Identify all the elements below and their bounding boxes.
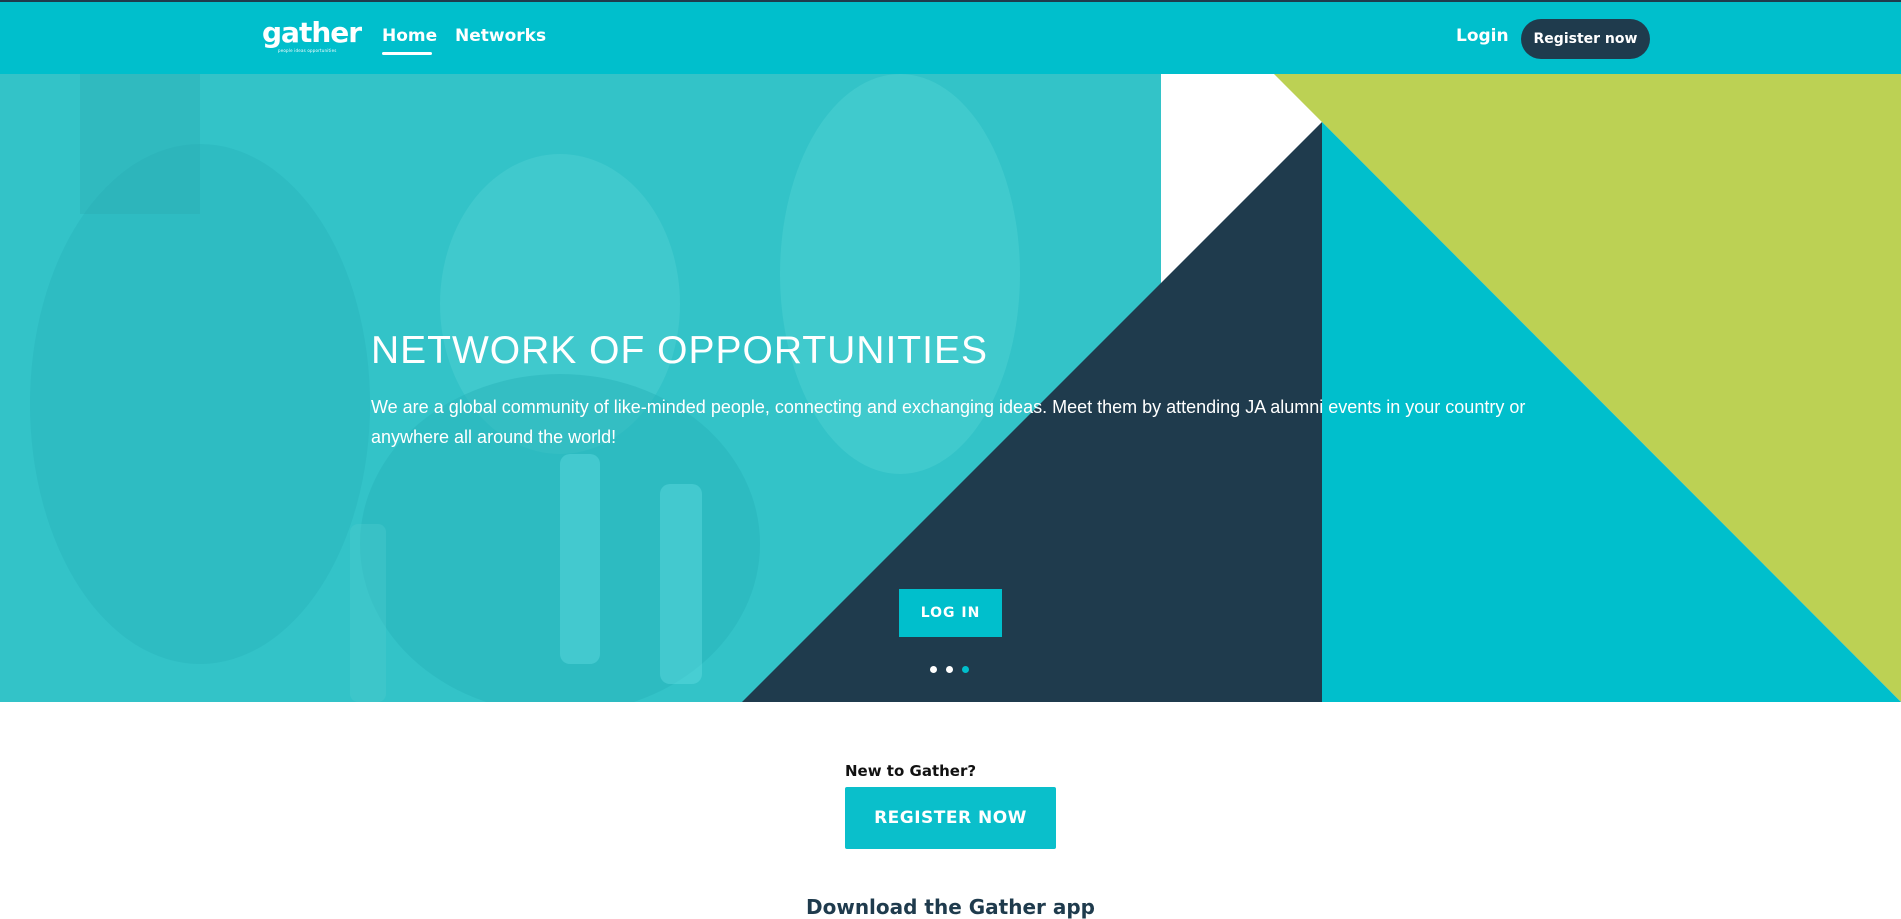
hero-title: NETWORK OF OPPORTUNITIES [371,329,988,372]
logo-tagline: people ideas opportunities [278,48,337,53]
gather-logo[interactable]: gather [262,19,362,47]
carousel-dot-3-active[interactable] [962,666,969,673]
site-header: gather people ideas opportunities Home N… [0,2,1901,74]
hero-login-button[interactable]: LOG IN [899,589,1002,637]
nav-home-link[interactable]: Home [382,26,437,46]
photo-bottle-1 [560,454,600,664]
photo-bottle-3 [350,524,386,702]
register-now-button[interactable]: Register now [1521,19,1650,59]
photo-tree [80,74,200,214]
carousel-indicators [930,666,970,674]
nav-networks-link[interactable]: Networks [455,26,546,46]
photo-person-left [30,144,370,664]
download-app-heading: Download the Gather app [806,895,1095,919]
carousel-dot-2[interactable] [946,666,953,673]
hero-carousel: NETWORK OF OPPORTUNITIES We are a global… [0,74,1901,702]
register-now-cta[interactable]: REGISTER NOW [845,787,1056,849]
login-link[interactable]: Login [1456,26,1509,46]
nav-active-indicator [382,52,432,55]
photo-bottle-2 [660,484,702,684]
carousel-dot-1[interactable] [930,666,937,673]
new-to-gather-label: New to Gather? [845,762,977,780]
hero-description: We are a global community of like-minded… [371,397,1526,447]
